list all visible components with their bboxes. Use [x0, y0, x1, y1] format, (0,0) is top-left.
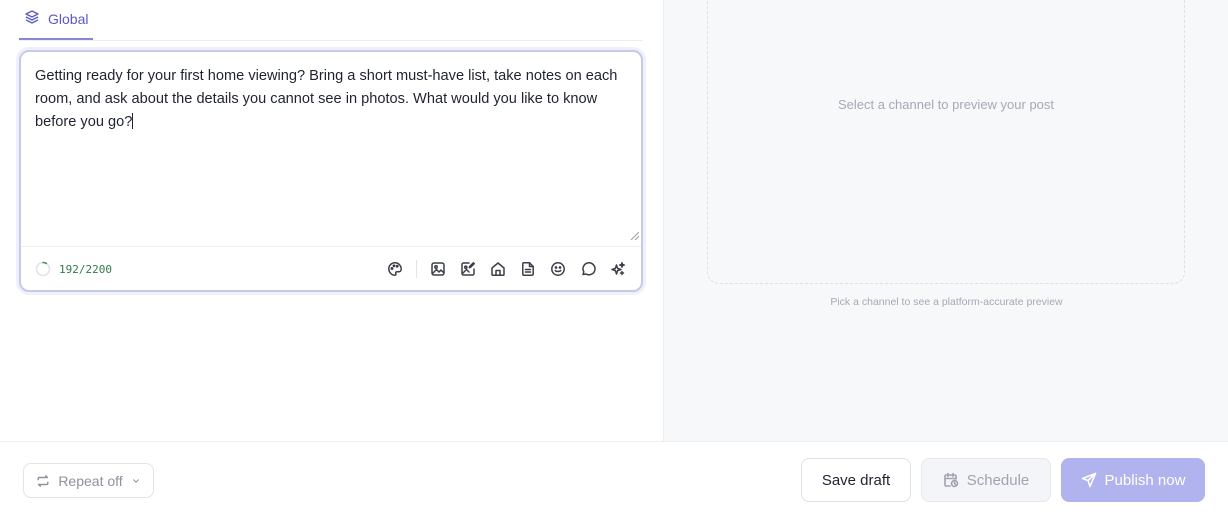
schedule-label: Schedule — [966, 471, 1030, 489]
preview-empty-message: Select a channel to preview your post — [837, 97, 1055, 112]
repeat-label: Repeat off — [58, 472, 123, 489]
repeat-dropdown[interactable]: Repeat off — [23, 463, 154, 498]
emoji-icon[interactable] — [549, 260, 567, 278]
editor-footer: 192/2200 — [21, 246, 641, 291]
image-edit-icon[interactable] — [459, 260, 477, 278]
composer-tabs: Global — [19, 0, 643, 41]
schedule-button[interactable]: Schedule — [921, 458, 1051, 502]
publish-now-label: Publish now — [1104, 471, 1186, 489]
document-icon[interactable] — [519, 260, 537, 278]
toolbar-divider — [416, 260, 417, 278]
calendar-clock-icon — [943, 472, 959, 488]
editor-toolbar — [374, 260, 627, 278]
chevron-down-icon — [132, 478, 139, 483]
image-icon[interactable] — [429, 260, 447, 278]
repeat-icon — [37, 474, 49, 487]
resize-handle-icon[interactable] — [629, 230, 639, 240]
home-icon[interactable] — [489, 260, 507, 278]
palette-icon[interactable] — [386, 260, 404, 278]
send-icon — [1081, 472, 1096, 488]
post-text-input[interactable]: Getting ready for your first home viewin… — [35, 65, 625, 235]
composer-panel: Global Getting ready for your first home… — [0, 0, 663, 441]
tab-global-label: Global — [48, 11, 89, 27]
tab-global[interactable]: Global — [19, 0, 93, 40]
post-composer-window: Global Getting ready for your first home… — [0, 0, 1228, 517]
preview-hint: Pick a channel to see a platform-accurat… — [830, 296, 1063, 308]
text-caret — [132, 113, 134, 129]
post-editor: Getting ready for your first home viewin… — [19, 50, 643, 292]
action-bar: Repeat off Save draft Schedule Publish n… — [0, 441, 1228, 517]
character-count: 192/2200 — [59, 262, 112, 276]
layers-icon — [24, 9, 40, 30]
progress-ring-icon — [35, 261, 51, 277]
preview-panel: Select a channel to preview your post Pi… — [663, 0, 1228, 441]
comment-icon[interactable] — [579, 260, 597, 278]
sparkles-icon[interactable] — [609, 260, 627, 278]
save-draft-label: Save draft — [821, 471, 891, 489]
post-text: Getting ready for your first home viewin… — [35, 68, 622, 130]
save-draft-button[interactable]: Save draft — [801, 458, 911, 502]
character-counter: 192/2200 — [35, 261, 112, 277]
preview-placeholder: Select a channel to preview your post — [707, 0, 1185, 284]
publish-now-button[interactable]: Publish now — [1061, 458, 1205, 502]
